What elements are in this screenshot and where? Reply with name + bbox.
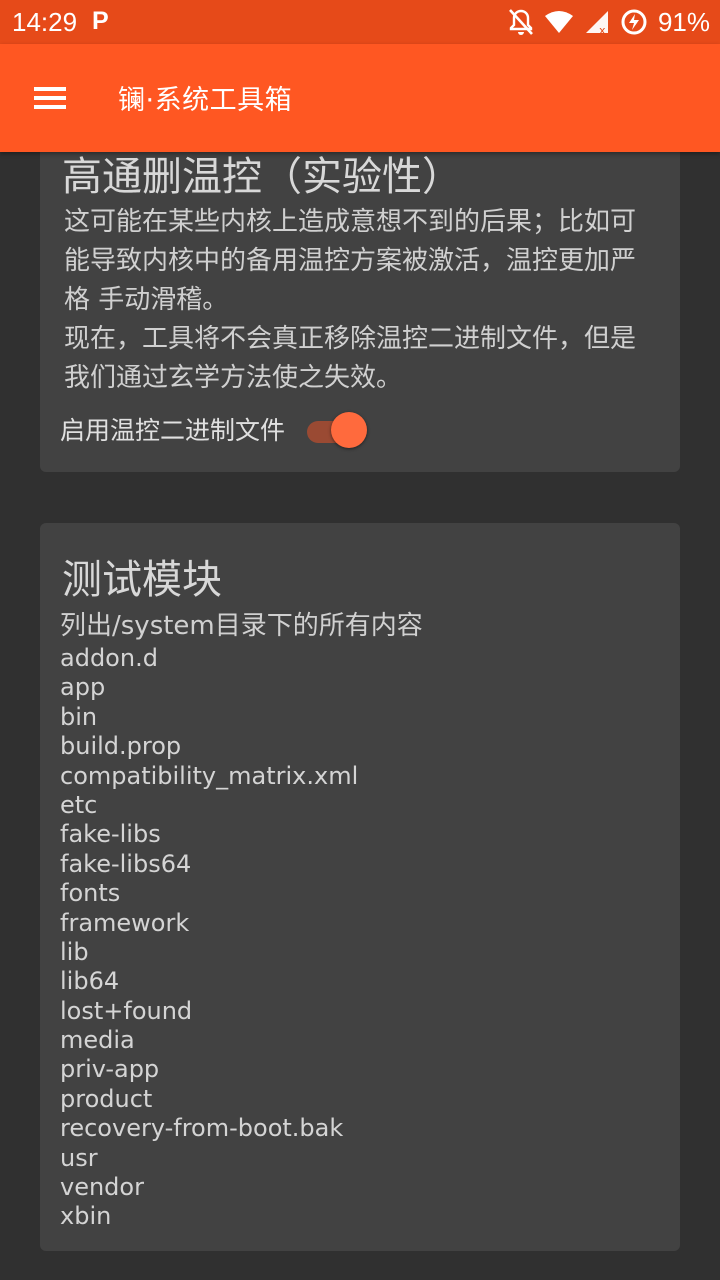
battery-saver-icon xyxy=(621,9,647,35)
list-item: product xyxy=(60,1084,153,1113)
description-line: 能导致内核中的备用温控方案被激活，温控更加严 xyxy=(64,246,637,276)
list-item: lost+found xyxy=(60,996,193,1025)
list-item: fonts xyxy=(60,879,121,908)
switch-thumb xyxy=(331,412,368,448)
status-icons: x 91% xyxy=(508,6,710,38)
status-bar: 14:29 P x 91% xyxy=(0,0,720,44)
battery-percent: 91% xyxy=(657,6,710,37)
list-item: app xyxy=(60,673,106,702)
list-item: usr xyxy=(60,1143,98,1172)
svg-text:x: x xyxy=(599,24,606,35)
system-file-list: addon.d app bin build.prop compatibility… xyxy=(60,644,358,1232)
list-item: fake-libs64 xyxy=(60,849,192,878)
test-card-title: 测试模块 xyxy=(62,557,222,603)
thermal-control-card: 高通删温控（实验性） 这可能在某些内核上造成意想不到的后果；比如可 能导致内核中… xyxy=(40,100,680,472)
app-toolbar: 镧·系统工具箱 xyxy=(0,44,720,152)
description-line: 我们通过玄学方法使之失效。 xyxy=(64,363,403,393)
list-item: xbin xyxy=(60,1202,112,1231)
thermal-binary-switch[interactable] xyxy=(305,410,368,448)
hamburger-menu-icon[interactable] xyxy=(24,74,78,122)
thermal-toggle-row: 启用温控二进制文件 xyxy=(60,410,368,448)
notification-p-icon: P xyxy=(92,7,109,35)
list-item: lib xyxy=(60,937,89,966)
notifications-off-icon xyxy=(508,9,533,35)
toolbar-title: 镧·系统工具箱 xyxy=(118,85,293,116)
test-module-card: 测试模块 列出/system目录下的所有内容 addon.d app bin b… xyxy=(40,523,680,1251)
list-item: etc xyxy=(60,790,98,819)
description-line: 格 手动滑稽。 xyxy=(64,285,229,315)
status-time: 14:29 xyxy=(12,7,78,37)
list-item: recovery-from-boot.bak xyxy=(60,1114,344,1143)
list-item: fake-libs xyxy=(60,820,161,849)
test-card-subtitle: 列出/system目录下的所有内容 xyxy=(60,611,423,641)
list-item: media xyxy=(60,1026,135,1055)
list-item: bin xyxy=(60,702,98,731)
signal-icon: x xyxy=(585,11,608,35)
list-item: build.prop xyxy=(60,732,182,761)
list-item: addon.d xyxy=(60,644,158,672)
wifi-icon xyxy=(544,11,573,33)
thermal-description: 这可能在某些内核上造成意想不到的后果；比如可 能导致内核中的备用温控方案被激活，… xyxy=(64,203,664,398)
list-item: compatibility_matrix.xml xyxy=(60,761,359,790)
list-item: vendor xyxy=(60,1173,144,1202)
description-line: 这可能在某些内核上造成意想不到的后果；比如可 xyxy=(64,207,637,237)
thermal-card-title: 高通删温控（实验性） xyxy=(62,154,462,200)
thermal-toggle-label: 启用温控二进制文件 xyxy=(60,416,286,445)
list-item: lib64 xyxy=(60,967,120,996)
list-item: priv-app xyxy=(60,1055,160,1084)
list-item: framework xyxy=(60,908,190,937)
description-line: 现在，工具将不会真正移除温控二进制文件，但是 xyxy=(64,324,637,354)
